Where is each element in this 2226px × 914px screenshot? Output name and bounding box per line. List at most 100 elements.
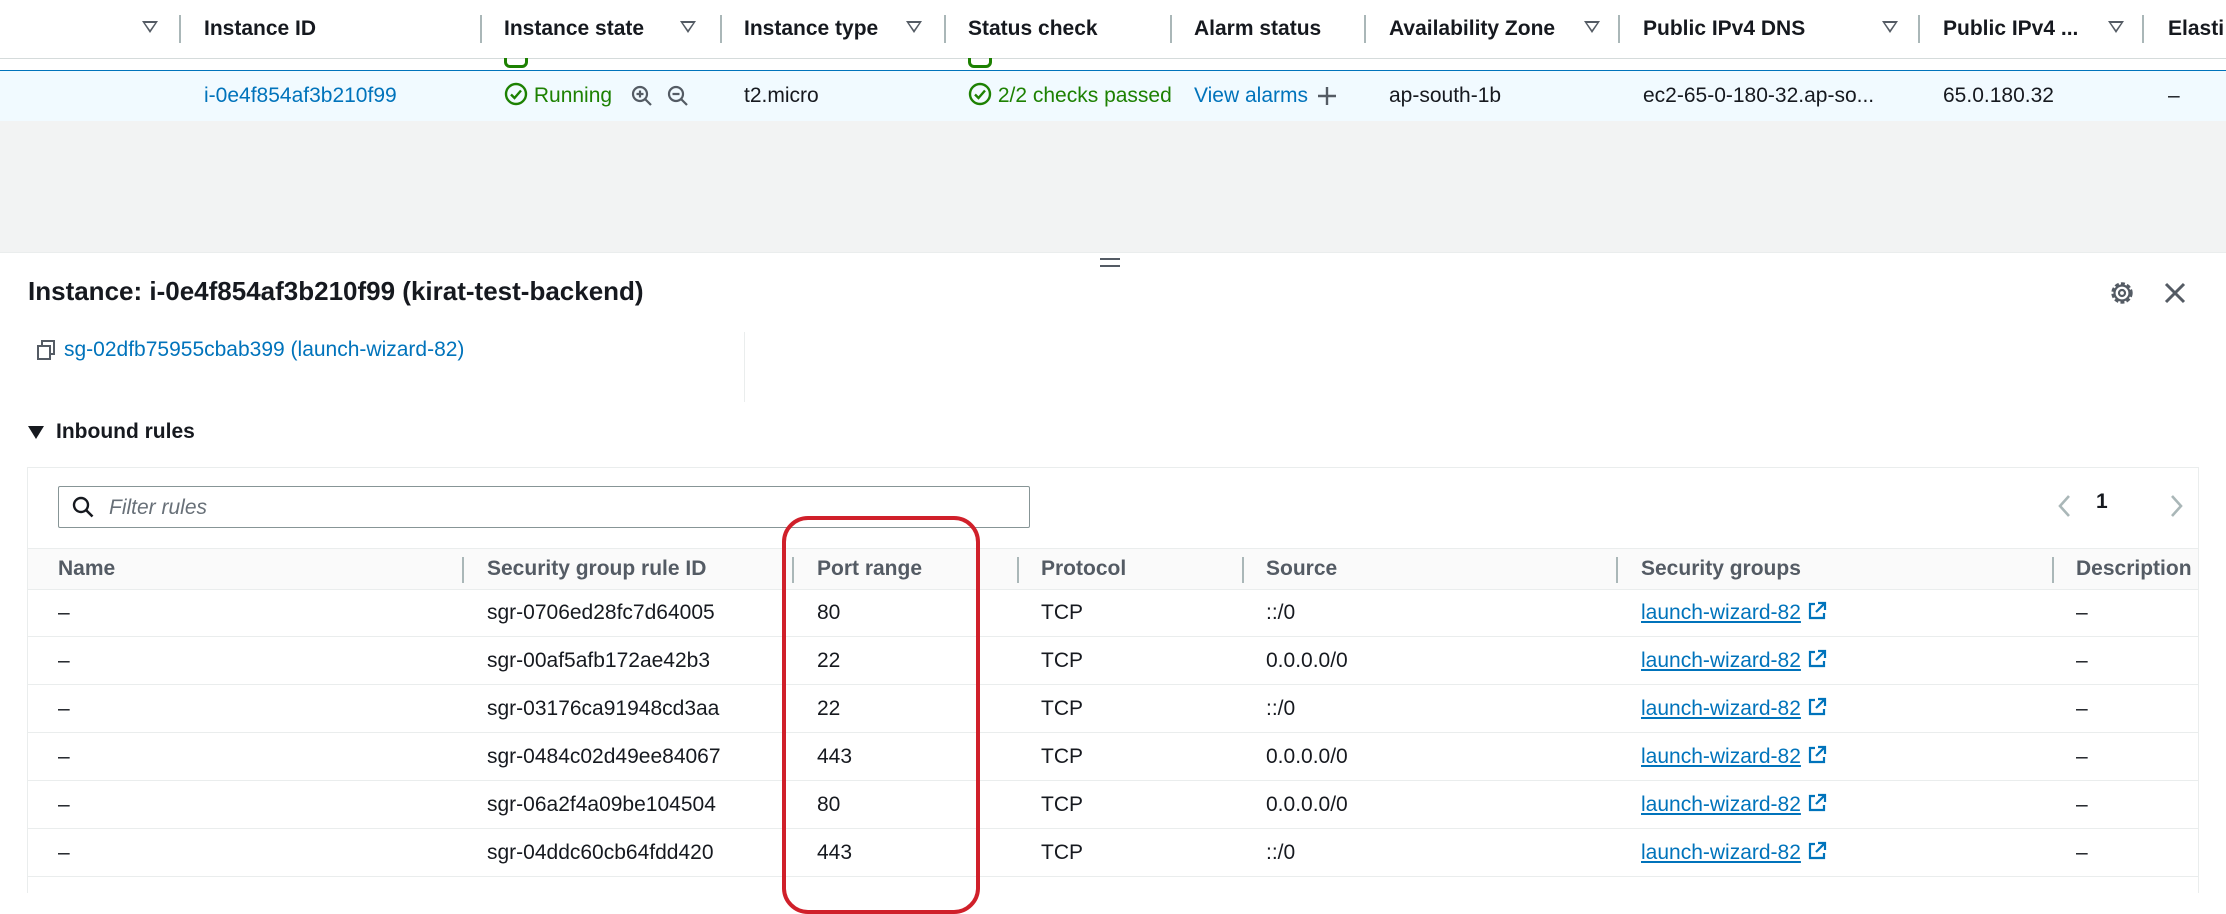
external-link-icon[interactable] xyxy=(1807,649,1827,669)
security-group-link[interactable]: launch-wizard-82 xyxy=(1641,745,1801,768)
rule-port-range: 22 xyxy=(817,649,841,672)
close-icon[interactable] xyxy=(2160,278,2190,308)
public-ipv4-dns: ec2-65-0-180-32.ap-so... xyxy=(1643,84,1875,107)
rule-id: sgr-0706ed28fc7d64005 xyxy=(487,601,715,624)
column-header-public-ipv4-dns[interactable]: Public IPv4 DNS xyxy=(1643,0,1805,58)
column-resizer[interactable] xyxy=(944,15,946,43)
sort-caret-icon[interactable] xyxy=(2108,21,2124,33)
rule-security-group-cell[interactable]: launch-wizard-82 xyxy=(1641,637,1827,684)
gear-icon[interactable] xyxy=(2107,278,2137,308)
column-header-status-check[interactable]: Status check xyxy=(968,0,1098,58)
column-resizer[interactable] xyxy=(1618,15,1620,43)
column-header-security-groups[interactable]: Security groups xyxy=(1641,549,1801,589)
status-icon-partial xyxy=(968,58,992,68)
column-resizer[interactable] xyxy=(1242,557,1244,583)
rule-name: – xyxy=(58,601,70,624)
rule-security-group-cell[interactable]: launch-wizard-82 xyxy=(1641,781,1827,828)
column-header-instance-type[interactable]: Instance type xyxy=(744,0,878,58)
external-link-icon[interactable] xyxy=(1807,841,1827,861)
column-header-source[interactable]: Source xyxy=(1266,549,1337,589)
rule-description: – xyxy=(2076,745,2088,768)
column-resizer[interactable] xyxy=(179,15,181,43)
rule-security-group-cell[interactable]: launch-wizard-82 xyxy=(1641,589,1827,636)
zoom-out-icon[interactable] xyxy=(666,84,690,108)
caret-down-icon xyxy=(28,426,44,439)
column-header-availability-zone[interactable]: Availability Zone xyxy=(1389,0,1555,58)
rule-description: – xyxy=(2076,697,2088,720)
rule-source: 0.0.0.0/0 xyxy=(1266,745,1348,768)
column-resizer[interactable] xyxy=(2052,557,2054,583)
rule-security-group-cell[interactable]: launch-wizard-82 xyxy=(1641,685,1827,732)
inbound-rules-toggle[interactable]: Inbound rules xyxy=(28,420,195,444)
check-circle-icon xyxy=(968,83,992,106)
rule-protocol: TCP xyxy=(1041,745,1083,768)
column-header-protocol[interactable]: Protocol xyxy=(1041,549,1126,589)
rule-port-range: 22 xyxy=(817,697,841,720)
column-resizer[interactable] xyxy=(1017,557,1019,583)
column-header-instance-id[interactable]: Instance ID xyxy=(204,0,316,58)
rule-id: sgr-00af5afb172ae42b3 xyxy=(487,649,711,672)
column-resizer[interactable] xyxy=(2142,15,2144,43)
status-check-label: 2/2 checks passed xyxy=(997,84,1172,107)
detail-pane-title: Instance: i-0e4f854af3b210f99 (kirat-tes… xyxy=(28,276,644,306)
rule-protocol: TCP xyxy=(1041,697,1083,720)
security-group-link[interactable]: launch-wizard-82 xyxy=(1641,601,1801,624)
column-header-port-range[interactable]: Port range xyxy=(817,549,922,589)
rule-security-group-cell[interactable]: launch-wizard-82 xyxy=(1641,733,1827,780)
security-group-link-wrap[interactable]: sg-02dfb75955cbab399 (launch-wizard-82) xyxy=(36,338,464,362)
column-header-name[interactable]: Name xyxy=(58,549,115,589)
column-resizer[interactable] xyxy=(1170,15,1172,43)
column-resizer[interactable] xyxy=(462,557,464,583)
chevron-right-icon[interactable] xyxy=(2166,492,2186,520)
view-alarms-link[interactable]: View alarms xyxy=(1194,71,1308,121)
column-resizer[interactable] xyxy=(1616,557,1618,583)
zoom-in-icon[interactable] xyxy=(630,84,654,108)
chevron-left-icon[interactable] xyxy=(2055,492,2075,520)
security-group-link[interactable]: launch-wizard-82 xyxy=(1641,697,1801,720)
copy-icon[interactable] xyxy=(36,339,56,361)
column-header-instance-state[interactable]: Instance state xyxy=(504,0,644,58)
rule-source: 0.0.0.0/0 xyxy=(1266,793,1348,816)
instance-id-link[interactable]: i-0e4f854af3b210f99 xyxy=(204,71,397,121)
security-group-link[interactable]: launch-wizard-82 xyxy=(1641,649,1801,672)
column-header-public-ipv4[interactable]: Public IPv4 ... xyxy=(1943,0,2078,58)
rule-protocol: TCP xyxy=(1041,841,1083,864)
pagination-current-page[interactable]: 1 xyxy=(2096,490,2108,514)
column-resizer[interactable] xyxy=(480,15,482,43)
column-header-description[interactable]: Description xyxy=(2076,549,2192,589)
rule-name: – xyxy=(58,649,70,672)
search-icon xyxy=(72,496,94,518)
column-header-alarm-status[interactable]: Alarm status xyxy=(1194,0,1321,58)
plus-icon[interactable] xyxy=(1317,86,1337,106)
rule-port-range: 443 xyxy=(817,841,853,864)
filter-rules-wrap[interactable] xyxy=(58,486,1030,529)
rules-table-header: Name Security group rule ID Port range P… xyxy=(28,548,2198,590)
rule-security-group-cell[interactable]: launch-wizard-82 xyxy=(1641,829,1827,876)
security-group-link[interactable]: launch-wizard-82 xyxy=(1641,793,1801,816)
external-link-icon[interactable] xyxy=(1807,601,1827,621)
column-header-elastic-ip[interactable]: Elasti xyxy=(2168,0,2224,58)
sort-caret-icon[interactable] xyxy=(1882,21,1898,33)
sort-caret-icon[interactable] xyxy=(1584,21,1600,33)
rule-port-range: 443 xyxy=(817,745,853,768)
rule-name: – xyxy=(58,793,70,816)
column-resizer[interactable] xyxy=(720,15,722,43)
external-link-icon[interactable] xyxy=(1807,793,1827,813)
selected-instance-row[interactable]: i-0e4f854af3b210f99 Running t2.micro 2/2… xyxy=(0,70,2226,122)
column-resizer[interactable] xyxy=(1364,15,1366,43)
sort-caret-icon[interactable] xyxy=(142,21,158,33)
column-resizer[interactable] xyxy=(792,557,794,583)
split-panel-resize-handle[interactable] xyxy=(1100,258,1120,270)
rule-port-range: 80 xyxy=(817,793,841,816)
table-row: – sgr-06a2f4a09be104504 80 TCP 0.0.0.0/0… xyxy=(28,781,2198,829)
security-group-link[interactable]: sg-02dfb75955cbab399 (launch-wizard-82) xyxy=(64,338,464,361)
security-group-link[interactable]: launch-wizard-82 xyxy=(1641,841,1801,864)
external-link-icon[interactable] xyxy=(1807,745,1827,765)
external-link-icon[interactable] xyxy=(1807,697,1827,717)
sort-caret-icon[interactable] xyxy=(680,21,696,33)
rule-protocol: TCP xyxy=(1041,601,1083,624)
sort-caret-icon[interactable] xyxy=(906,21,922,33)
column-header-rule-id[interactable]: Security group rule ID xyxy=(487,549,706,589)
column-resizer[interactable] xyxy=(1918,15,1920,43)
filter-rules-input[interactable] xyxy=(107,487,1011,529)
